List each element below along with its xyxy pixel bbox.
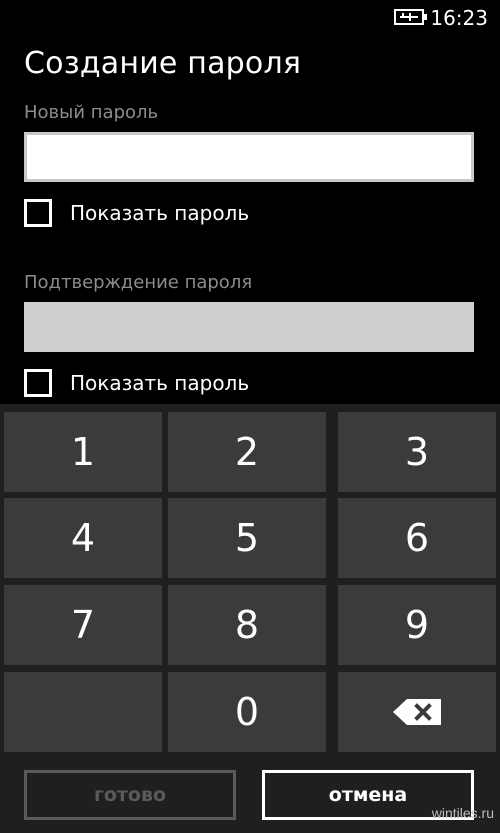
key-6[interactable]: 6 xyxy=(338,498,496,578)
done-button[interactable]: готово xyxy=(24,770,236,820)
key-5[interactable]: 5 xyxy=(168,498,326,578)
key-3[interactable]: 3 xyxy=(338,412,496,492)
key-4[interactable]: 4 xyxy=(4,498,162,578)
key-9[interactable]: 9 xyxy=(338,585,496,665)
show-password-label-2: Показать пароль xyxy=(70,371,250,395)
key-2[interactable]: 2 xyxy=(168,412,326,492)
battery-charging-icon xyxy=(394,9,427,25)
watermark: wintiles.ru xyxy=(431,805,494,821)
confirm-password-input[interactable] xyxy=(24,302,474,352)
backspace-key[interactable] xyxy=(338,672,496,752)
key-blank xyxy=(4,672,162,752)
key-0[interactable]: 0 xyxy=(168,672,326,752)
status-bar: 16:23 xyxy=(0,0,500,36)
show-password-checkbox-1[interactable]: Показать пароль xyxy=(24,196,249,230)
backspace-icon xyxy=(393,699,441,725)
page-title: Создание пароля xyxy=(24,46,302,81)
key-7[interactable]: 7 xyxy=(4,585,162,665)
checkbox-icon[interactable] xyxy=(24,199,52,227)
new-password-input[interactable] xyxy=(24,132,474,182)
status-time: 16:23 xyxy=(430,6,488,30)
new-password-label: Новый пароль xyxy=(24,102,159,123)
show-password-label-1: Показать пароль xyxy=(70,201,250,225)
checkbox-icon[interactable] xyxy=(24,369,52,397)
show-password-checkbox-2[interactable]: Показать пароль xyxy=(24,366,249,400)
key-8[interactable]: 8 xyxy=(168,585,326,665)
numeric-keypad: 1 2 3 4 5 6 7 8 9 0 готово отмена xyxy=(0,404,500,833)
confirm-password-label: Подтверждение пароля xyxy=(24,272,253,293)
key-1[interactable]: 1 xyxy=(4,412,162,492)
